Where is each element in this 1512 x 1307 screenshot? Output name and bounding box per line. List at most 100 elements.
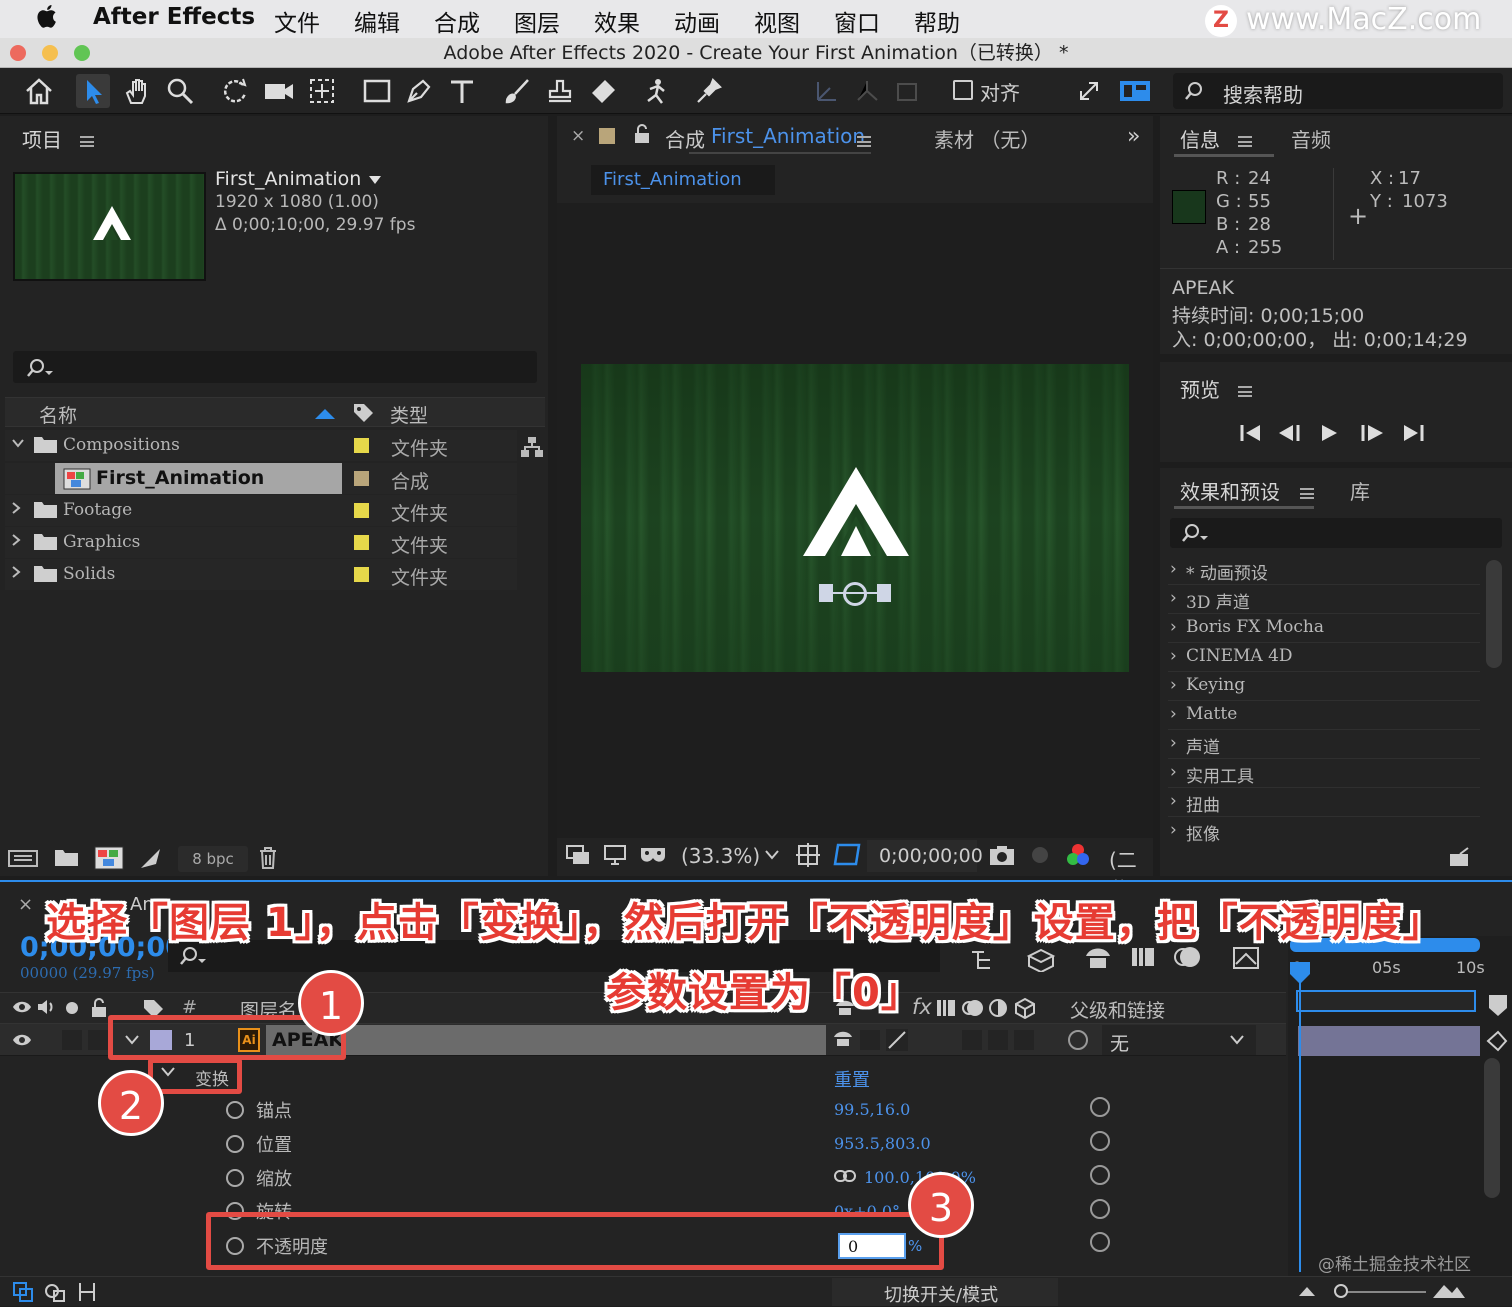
chevron-right-icon[interactable]	[9, 565, 23, 579]
brush-tool-icon[interactable]	[500, 74, 534, 108]
pen-tool-icon[interactable]	[402, 74, 436, 108]
hand-tool-icon[interactable]	[120, 74, 154, 108]
chevron-down-icon[interactable]	[11, 436, 25, 450]
workspace-icon[interactable]	[1118, 74, 1152, 108]
sort-up-icon[interactable]	[315, 408, 335, 420]
color-channels-icon[interactable]	[1065, 842, 1091, 868]
rectangle-tool-icon[interactable]	[360, 74, 394, 108]
snapshot-camera-icon[interactable]	[989, 844, 1015, 866]
next-frame-icon[interactable]	[1360, 424, 1384, 442]
stopwatch-icon[interactable]	[226, 1101, 244, 1119]
zoom-in-mountain-icon[interactable]	[1432, 1281, 1466, 1299]
interpret-footage-icon[interactable]	[8, 848, 38, 868]
new-item-icon[interactable]	[1448, 846, 1470, 868]
effect-category[interactable]: › 实用工具	[1168, 759, 1480, 788]
project-row[interactable]: Graphics 文件夹	[5, 527, 517, 558]
zoom-slider[interactable]	[1340, 1291, 1426, 1293]
footage-tab[interactable]: 素材 （无）	[934, 124, 1040, 153]
stopwatch-icon[interactable]	[226, 1169, 244, 1187]
comp-frame-preview[interactable]	[581, 364, 1129, 672]
apple-logo-icon[interactable]	[36, 2, 60, 30]
solo-icon[interactable]	[66, 1002, 78, 1014]
reset-transform-link[interactable]: 重置	[834, 1066, 870, 1092]
project-row[interactable]: Footage 文件夹	[5, 495, 517, 526]
effect-category[interactable]: › * 动画预设	[1168, 556, 1480, 585]
comp-tab-prefix[interactable]: 合成	[665, 124, 705, 153]
pan-behind-tool-icon[interactable]	[305, 74, 339, 108]
anchor-handle[interactable]	[819, 582, 891, 606]
comp-flowchart-icon[interactable]	[970, 944, 1000, 972]
align-checkbox[interactable]	[953, 80, 973, 100]
eraser-tool-icon[interactable]	[586, 74, 620, 108]
monitor-icon[interactable]	[603, 844, 627, 866]
panel-menu-icon[interactable]	[1238, 386, 1252, 397]
effects-search-input[interactable]	[1170, 518, 1502, 548]
last-frame-icon[interactable]	[1402, 424, 1424, 442]
zoom-slider-thumb[interactable]	[1334, 1284, 1348, 1298]
playhead-handle-icon[interactable]	[1288, 960, 1312, 986]
navigator-bar[interactable]	[1296, 990, 1476, 1012]
eye-icon[interactable]	[12, 999, 32, 1015]
panel-menu-icon[interactable]	[1238, 136, 1252, 147]
effect-category[interactable]: › 抠像	[1168, 817, 1480, 846]
panel-menu-icon[interactable]	[1300, 488, 1314, 499]
layer-duration-bar[interactable]	[1298, 1026, 1480, 1056]
menu-effect[interactable]: 效果	[594, 4, 640, 38]
effect-category[interactable]: › 声道	[1168, 730, 1480, 759]
panel-menu-icon[interactable]	[80, 136, 94, 147]
shy-switch-icon[interactable]	[832, 1028, 854, 1048]
roto-brush-tool-icon[interactable]	[640, 74, 674, 108]
effect-category[interactable]: › Keying	[1168, 672, 1480, 701]
menu-layer[interactable]: 图层	[514, 4, 560, 38]
title-safe-icon[interactable]	[795, 842, 821, 868]
label-tag-icon[interactable]	[352, 402, 374, 424]
zoom-level[interactable]: (33.3%)	[681, 844, 760, 868]
info-tab[interactable]: 信息	[1180, 124, 1220, 153]
audio-icon[interactable]	[36, 998, 58, 1016]
axis-local-icon[interactable]	[810, 74, 844, 108]
project-panel-title[interactable]: 项目	[22, 124, 62, 153]
play-icon[interactable]	[1320, 424, 1338, 442]
chevron-double-right-icon[interactable]: »	[1127, 124, 1140, 149]
prev-frame-icon[interactable]	[1278, 424, 1302, 442]
parent-dropdown[interactable]: 无	[1102, 1025, 1256, 1055]
chevron-right-icon[interactable]	[9, 501, 23, 515]
playhead[interactable]	[1299, 962, 1301, 1272]
effects-scrollbar[interactable]	[1486, 560, 1502, 668]
label-color-swatch[interactable]	[354, 567, 369, 582]
rotate-tool-icon[interactable]	[218, 74, 252, 108]
project-search-input[interactable]	[13, 351, 537, 383]
3d-layer-switch-icon[interactable]	[1014, 997, 1036, 1019]
expression-pickwhip-icon[interactable]	[1090, 1131, 1110, 1151]
motion-blur-switch-icon[interactable]	[962, 998, 984, 1018]
mask-view-icon[interactable]	[639, 844, 667, 866]
text-tool-icon[interactable]	[445, 74, 479, 108]
axis-view-icon[interactable]	[890, 74, 924, 108]
selection-tool-icon[interactable]	[76, 74, 110, 108]
project-row[interactable]: Compositions 文件夹	[5, 430, 517, 461]
library-tab[interactable]: 库	[1350, 476, 1370, 505]
search-help-field[interactable]: 搜索帮助	[1173, 73, 1503, 109]
menu-window[interactable]: 窗口	[834, 4, 880, 38]
close-tab-icon[interactable]: ×	[571, 126, 585, 146]
adjustment-switch-icon[interactable]	[988, 998, 1008, 1018]
always-preview-icon[interactable]	[565, 844, 591, 866]
menu-composition[interactable]: 合成	[434, 4, 480, 38]
stopwatch-icon[interactable]	[226, 1135, 244, 1153]
axis-world-icon[interactable]	[850, 74, 884, 108]
new-folder-icon[interactable]	[54, 848, 80, 868]
label-color-swatch[interactable]	[354, 438, 369, 453]
panel-menu-icon[interactable]	[857, 136, 871, 147]
region-of-interest-icon[interactable]	[833, 842, 861, 868]
transfer-controls-icon[interactable]	[44, 1281, 66, 1303]
menu-edit[interactable]: 编辑	[354, 4, 400, 38]
menu-animation[interactable]: 动画	[674, 4, 720, 38]
lock-icon[interactable]	[90, 998, 108, 1018]
audio-tab[interactable]: 音频	[1291, 124, 1331, 153]
flowchart-icon[interactable]	[520, 436, 544, 458]
menu-view[interactable]: 视图	[754, 4, 800, 38]
close-tab-icon[interactable]: ×	[18, 894, 33, 915]
timeline-nav-icon[interactable]	[1486, 1030, 1508, 1052]
camera-tool-icon[interactable]	[262, 74, 296, 108]
render-queue-icon[interactable]	[138, 846, 164, 870]
